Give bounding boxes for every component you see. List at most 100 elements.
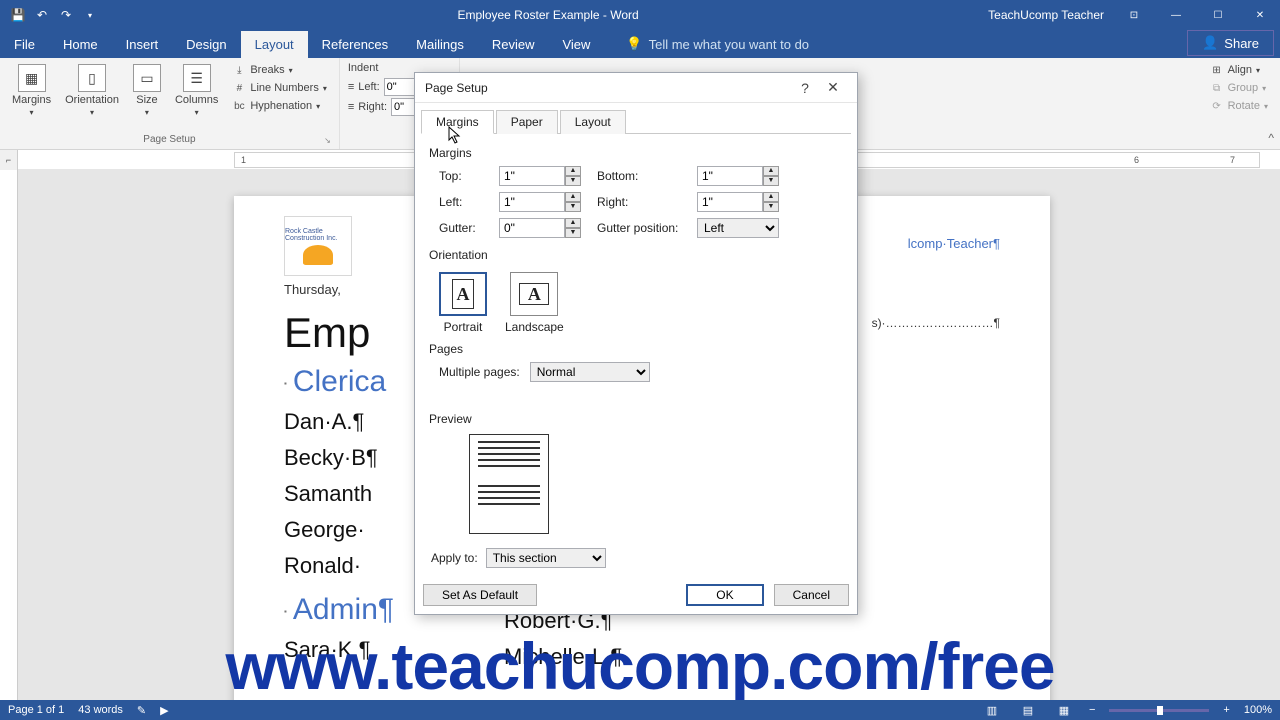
tab-design[interactable]: Design	[172, 31, 240, 58]
preview-section-label: Preview	[429, 412, 843, 426]
close-icon[interactable]: ✕	[1240, 0, 1280, 30]
indent-right-icon: ≡	[348, 101, 354, 113]
align-button[interactable]: ⊞Align▾	[1206, 62, 1272, 78]
dialog-tab-layout[interactable]: Layout	[560, 110, 626, 134]
dialog-titlebar[interactable]: Page Setup ? ✕	[415, 73, 857, 103]
set-as-default-button[interactable]: Set As Default	[423, 584, 537, 606]
rotate-icon: ⟳	[1210, 99, 1224, 113]
cancel-button[interactable]: Cancel	[774, 584, 849, 606]
preview-thumbnail	[469, 434, 549, 534]
page-status[interactable]: Page 1 of 1	[8, 704, 64, 716]
portrait-icon: A	[452, 279, 474, 309]
vertical-ruler[interactable]	[0, 170, 18, 700]
tab-selector[interactable]: ⌐	[0, 150, 18, 170]
orientation-landscape[interactable]: A Landscape	[505, 272, 564, 334]
qat-customize-icon[interactable]: ▾	[82, 11, 98, 20]
ok-button[interactable]: OK	[686, 584, 763, 606]
rotate-button[interactable]: ⟳ Rotate ▾	[1206, 98, 1272, 114]
share-button[interactable]: 👤 Share	[1187, 30, 1274, 56]
ribbon-options-icon[interactable]: ⊡	[1114, 0, 1154, 30]
zoom-out-icon[interactable]: −	[1089, 704, 1095, 716]
redo-icon[interactable]: ↷	[58, 8, 74, 22]
close-icon[interactable]: ✕	[819, 79, 847, 96]
minimize-icon[interactable]: —	[1156, 0, 1196, 30]
indent-right-label: Right:	[358, 101, 387, 113]
apply-to-select[interactable]: This section	[486, 548, 606, 568]
gutter-position-select[interactable]: Left	[697, 218, 779, 238]
orientation-portrait[interactable]: A Portrait	[439, 272, 487, 334]
undo-icon[interactable]: ↶	[34, 8, 50, 22]
tab-insert[interactable]: Insert	[112, 31, 173, 58]
tab-view[interactable]: View	[548, 31, 604, 58]
size-button[interactable]: ▭ Size ▾	[129, 62, 165, 119]
breaks-button[interactable]: ⤓Breaks▾	[228, 62, 331, 78]
spinner-down-icon[interactable]: ▼	[763, 202, 779, 212]
line-numbers-button[interactable]: #Line Numbers▾	[228, 80, 331, 96]
collapse-ribbon-icon[interactable]: ^	[1268, 131, 1274, 145]
left-margin-input[interactable]	[499, 192, 565, 212]
save-icon[interactable]: 💾	[10, 8, 26, 22]
macro-icon[interactable]: ▶	[160, 704, 168, 717]
spinner-down-icon[interactable]: ▼	[565, 202, 581, 212]
margins-button[interactable]: ▦ Margins ▾	[8, 62, 55, 119]
help-icon[interactable]: ?	[791, 80, 819, 96]
tell-me-search[interactable]: 💡 Tell me what you want to do	[612, 30, 823, 58]
zoom-in-icon[interactable]: +	[1223, 704, 1229, 716]
dialog-tab-margins[interactable]: Margins	[421, 110, 494, 134]
right-margin-label: Right:	[587, 195, 697, 209]
margins-label: Margins	[12, 94, 51, 106]
ribbon-tabs: File Home Insert Design Layout Reference…	[0, 30, 1280, 58]
bottom-margin-input[interactable]	[697, 166, 763, 186]
tab-layout[interactable]: Layout	[241, 31, 308, 58]
spinner-up-icon[interactable]: ▲	[763, 192, 779, 202]
spinner-up-icon[interactable]: ▲	[565, 166, 581, 176]
ruler-tick: 1	[241, 155, 246, 165]
hyphenation-button[interactable]: bcHyphenation▾	[228, 98, 331, 114]
top-margin-input[interactable]	[499, 166, 565, 186]
align-icon: ⊞	[1210, 63, 1224, 77]
tab-review[interactable]: Review	[478, 31, 549, 58]
multiple-pages-select[interactable]: Normal	[530, 362, 650, 382]
zoom-slider[interactable]	[1109, 709, 1209, 712]
read-mode-icon[interactable]: ▥	[981, 704, 1003, 717]
rotate-label: Rotate	[1228, 100, 1260, 112]
spinner-down-icon[interactable]: ▼	[565, 228, 581, 238]
ruler-tick: 7	[1230, 155, 1235, 165]
tab-references[interactable]: References	[308, 31, 402, 58]
line-numbers-icon: #	[232, 81, 246, 95]
group-objects-icon: ⧉	[1210, 81, 1224, 95]
group-objects-button[interactable]: ⧉Group▾	[1206, 80, 1272, 96]
signed-in-user[interactable]: TeachUcomp Teacher	[988, 8, 1114, 22]
dialog-tabs: Margins Paper Layout	[415, 103, 857, 133]
spinner-up-icon[interactable]: ▲	[763, 166, 779, 176]
chevron-down-icon: ▾	[1264, 102, 1268, 111]
margins-section-label: Margins	[429, 146, 843, 160]
tab-file[interactable]: File	[0, 31, 49, 58]
print-layout-icon[interactable]: ▤	[1017, 704, 1039, 717]
gutter-position-label: Gutter position:	[587, 221, 697, 235]
spinner-down-icon[interactable]: ▼	[763, 176, 779, 186]
web-layout-icon[interactable]: ▦	[1053, 704, 1075, 717]
pages-section-label: Pages	[429, 342, 843, 356]
dialog-tab-paper[interactable]: Paper	[496, 110, 558, 134]
word-count[interactable]: 43 words	[78, 704, 123, 716]
spinner-down-icon[interactable]: ▼	[565, 176, 581, 186]
page-setup-launcher-icon[interactable]: ↘	[324, 136, 331, 145]
orientation-button[interactable]: ▯ Orientation ▾	[61, 62, 123, 119]
spinner-up-icon[interactable]: ▲	[565, 218, 581, 228]
columns-button[interactable]: ☰ Columns ▾	[171, 62, 222, 119]
gutter-input[interactable]	[499, 218, 565, 238]
tab-home[interactable]: Home	[49, 31, 112, 58]
tab-mailings[interactable]: Mailings	[402, 31, 478, 58]
dotted-line: s)·………………………¶	[872, 316, 1000, 330]
right-margin-input[interactable]	[697, 192, 763, 212]
spellcheck-icon[interactable]: ✎	[137, 704, 146, 717]
margins-icon: ▦	[18, 64, 46, 92]
maximize-icon[interactable]: ☐	[1198, 0, 1238, 30]
portrait-label: Portrait	[444, 320, 483, 334]
group-page-setup: ▦ Margins ▾ ▯ Orientation ▾ ▭ Size ▾ ☰ C…	[0, 58, 340, 149]
zoom-level[interactable]: 100%	[1244, 704, 1272, 716]
chevron-down-icon: ▾	[30, 108, 34, 117]
size-label: Size	[136, 94, 157, 106]
spinner-up-icon[interactable]: ▲	[565, 192, 581, 202]
